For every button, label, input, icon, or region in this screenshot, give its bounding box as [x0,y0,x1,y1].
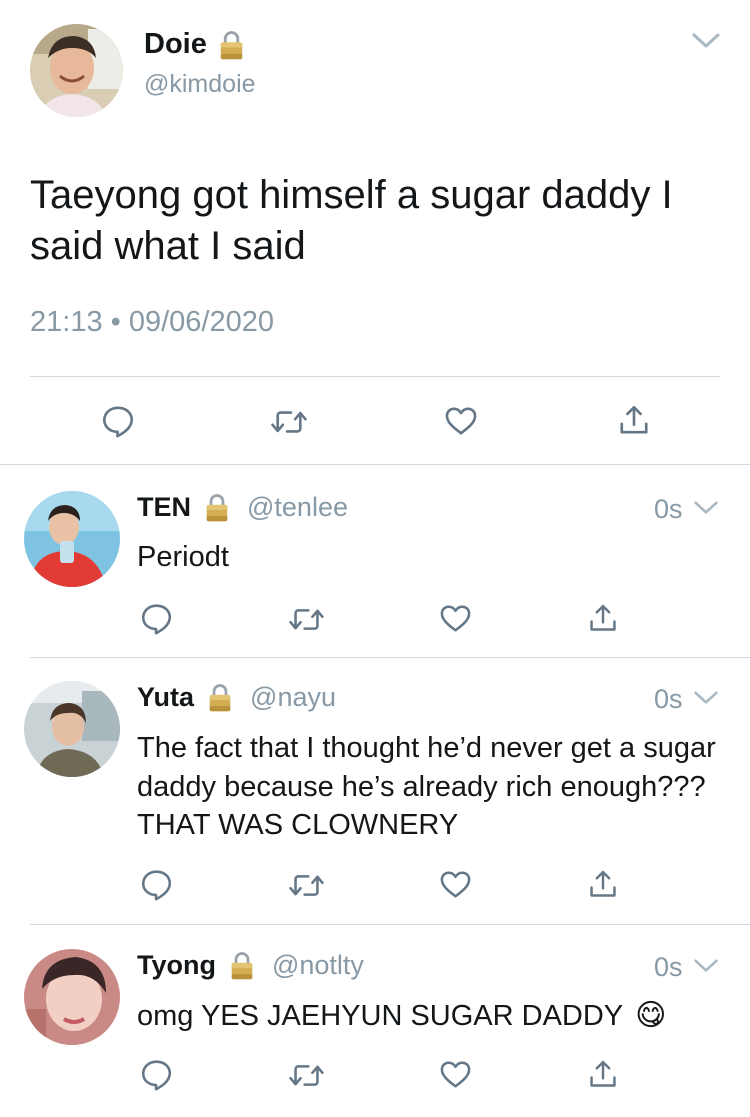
avatar[interactable] [24,491,120,587]
display-name[interactable]: TEN [137,492,191,523]
chevron-down-icon[interactable] [693,690,719,706]
reply-icon[interactable] [140,868,173,901]
reply-time: 0s [654,952,683,982]
retweet-icon[interactable] [288,1060,325,1091]
display-name[interactable]: Doie [144,28,207,61]
heart-icon[interactable] [439,1060,472,1089]
timestamp: 21:13 • 09/06/2020 [30,306,274,338]
lock-icon [208,682,232,713]
heart-icon[interactable] [439,870,472,899]
avatar[interactable] [24,949,120,1045]
reply-time: 0s [654,494,683,524]
avatar[interactable] [30,24,123,117]
lock-icon [219,29,244,61]
retweet-icon[interactable] [270,406,308,438]
heart-icon[interactable] [444,406,478,436]
heart-icon[interactable] [439,604,472,633]
share-icon[interactable] [588,1059,618,1089]
divider [30,657,750,658]
retweet-icon[interactable] [288,870,325,901]
reply-time: 0s [654,684,683,714]
chevron-down-icon[interactable] [691,32,721,50]
reply-icon[interactable] [101,404,135,438]
handle[interactable]: @kimdoie [144,70,256,99]
lock-icon [230,950,254,981]
lock-icon [205,492,229,523]
reply-icon[interactable] [140,1058,173,1091]
divider [30,376,720,377]
share-icon[interactable] [588,603,618,633]
handle[interactable]: @tenlee [247,492,348,523]
reply-icon[interactable] [140,602,173,635]
display-name[interactable]: Tyong [137,950,216,981]
divider [0,464,750,465]
emoji: 😋 [635,999,667,1032]
handle[interactable]: @notlty [272,950,364,981]
tweet-text: omg YES JAEHYUN SUGAR DADDY [137,1000,624,1032]
share-icon[interactable] [588,869,618,899]
handle[interactable]: @nayu [250,682,336,713]
divider [30,924,750,925]
avatar[interactable] [24,681,120,777]
chevron-down-icon[interactable] [693,500,719,516]
tweet-text: Periodt [137,541,229,573]
tweet-text: The fact that I thought he’d never get a… [137,732,716,841]
display-name[interactable]: Yuta [137,682,194,713]
chevron-down-icon[interactable] [693,958,719,974]
retweet-icon[interactable] [288,604,325,635]
tweet-text: Taeyong got himself a sugar daddy I said… [30,173,673,268]
share-icon[interactable] [618,404,650,436]
